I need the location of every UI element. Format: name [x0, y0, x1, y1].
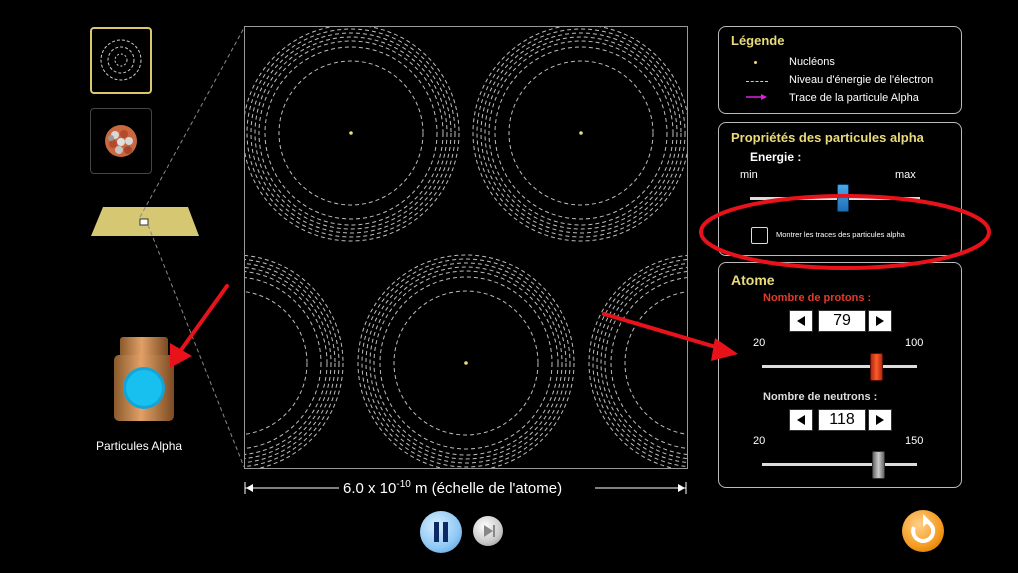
protons-min-label: 20 [753, 337, 766, 349]
alpha-particle-source[interactable] [112, 337, 176, 425]
electron-orbit [245, 271, 328, 455]
legend-item-alpha-trace: Trace de la particule Alpha [789, 92, 919, 104]
energy-label: Energie : [750, 150, 802, 164]
triangle-right-icon [876, 316, 884, 326]
scale-suffix: m (échelle de l'atome) [410, 480, 563, 497]
reset-button[interactable] [902, 510, 944, 552]
electron-orbit [604, 271, 687, 455]
scale-exponent: -10 [396, 479, 411, 490]
protons-value[interactable]: 79 [818, 310, 866, 332]
atom-title: Atome [731, 272, 775, 288]
pause-icon [434, 522, 448, 542]
magenta-arrow-icon [746, 94, 767, 100]
alpha-properties-panel: Propriétés des particules alpha Energie … [718, 122, 962, 256]
energy-min-label: min [740, 169, 758, 181]
triangle-left-icon [797, 316, 805, 326]
dashed-line-icon [746, 81, 768, 82]
triangle-right-icon [876, 415, 884, 425]
alpha-source-label: Particules Alpha [96, 439, 183, 453]
protons-increment-button[interactable] [868, 310, 892, 332]
electron-orbit [245, 291, 308, 435]
alpha-properties-title: Propriétés des particules alpha [731, 130, 924, 145]
step-icon [484, 525, 495, 537]
nucleus-dot [579, 131, 583, 135]
energy-slider-thumb[interactable] [837, 184, 849, 212]
scale-prefix: 6.0 x 10 [343, 480, 397, 497]
legend-panel: Légende Nucléons Niveau d'énergie de l'é… [718, 26, 962, 114]
neutrons-max-label: 150 [905, 435, 924, 447]
neutrons-min-label: 20 [753, 435, 766, 447]
protons-max-label: 100 [905, 337, 924, 349]
atom-panel: Atome Nombre de protons : 79 20 100 Nomb… [718, 262, 962, 488]
nucleon-dot-icon [754, 61, 757, 64]
nucleus-dot [464, 361, 468, 365]
neutrons-slider-track[interactable] [762, 463, 917, 466]
electron-orbit [624, 291, 687, 435]
neutrons-decrement-button[interactable] [789, 409, 813, 431]
atom-orbits [245, 27, 687, 468]
energy-slider-track[interactable] [750, 197, 920, 200]
scale-label: 6.0 x 10-10 m (échelle de l'atome) [343, 479, 562, 497]
step-button[interactable] [473, 516, 503, 546]
neutrons-slider-thumb[interactable] [872, 451, 885, 479]
legend-title: Légende [731, 33, 785, 48]
show-traces-label: Montrer les traces des particules alpha [776, 230, 905, 239]
alpha-gun-icon [114, 337, 174, 421]
triangle-left-icon [797, 415, 805, 425]
energy-max-label: max [895, 169, 916, 181]
protons-decrement-button[interactable] [789, 310, 813, 332]
neutrons-label: Nombre de neutrons : [763, 391, 878, 403]
legend-item-energy-level: Niveau d'énergie de l'électron [789, 74, 934, 86]
pause-button[interactable] [420, 511, 462, 553]
show-traces-checkbox[interactable] [751, 227, 768, 244]
nucleus-dot [349, 131, 353, 135]
neutrons-increment-button[interactable] [868, 409, 892, 431]
atom-view-area [244, 26, 688, 469]
reset-icon [911, 514, 936, 543]
protons-label: Nombre de protons : [763, 292, 872, 304]
legend-item-nucleons: Nucléons [789, 56, 835, 68]
neutrons-value[interactable]: 118 [818, 409, 866, 431]
protons-slider-track[interactable] [762, 365, 917, 368]
protons-slider-thumb[interactable] [870, 353, 883, 381]
